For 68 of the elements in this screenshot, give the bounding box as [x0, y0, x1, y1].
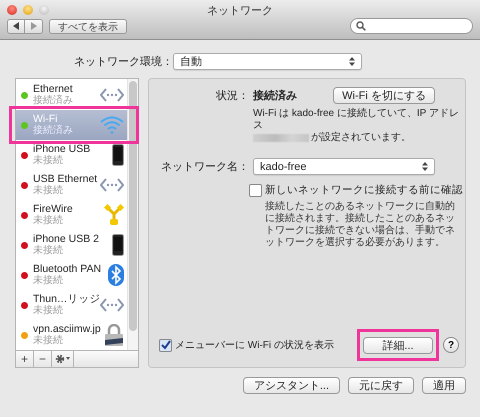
service-item[interactable]: vpn.asciimw.jp 未接続: [16, 320, 128, 350]
service-name: USB Ethernet: [33, 173, 98, 185]
wifi-icon: [100, 116, 124, 134]
search-icon: [356, 21, 366, 31]
phone-icon: [112, 234, 124, 256]
left-triangle-icon: [12, 22, 20, 30]
service-name: iPhone USB: [33, 143, 92, 155]
right-triangle-icon: [30, 22, 38, 30]
firewire-icon: [104, 204, 124, 226]
network-name-label: ネットワーク名：: [160, 160, 250, 174]
help-button[interactable]: ?: [443, 337, 459, 353]
ask-to-join-note: 接続したことのあるネットワークに自動的に接続されます。接続したことのあるネットワークに接続できない場合は、手動でネットワークを選択する必要があります。: [265, 201, 456, 249]
checkbox[interactable]: [159, 338, 172, 352]
service-status: 未接続: [33, 245, 64, 257]
close-button[interactable]: [7, 4, 17, 14]
status-value: 接続済み: [253, 88, 298, 103]
location-label: ネットワーク環境：: [73, 54, 173, 69]
service-item[interactable]: USB Ethernet 未接続: [16, 170, 128, 200]
service-name: Wi-Fi: [33, 113, 58, 125]
service-name: iPhone USB 2: [33, 233, 100, 245]
service-item[interactable]: iPhone USB 2 未接続: [16, 230, 128, 260]
service-item[interactable]: Thun…リッジ 未接続: [16, 290, 128, 320]
ask-to-join-label: 新しいネットワークに接続する前に確認: [265, 183, 463, 197]
service-status: 未接続: [33, 155, 64, 167]
service-item[interactable]: FireWire 未接続: [16, 200, 128, 230]
service-status: 接続済み: [33, 95, 74, 107]
location-popup[interactable]: 自動: [173, 53, 362, 70]
back-button[interactable]: [7, 18, 25, 34]
service-name: Ethernet: [33, 83, 74, 95]
footer-button[interactable]: 元に戻す: [348, 377, 414, 394]
search-field[interactable]: [350, 18, 473, 34]
service-status: 未接続: [33, 275, 64, 287]
service-status: 接続済み: [33, 125, 74, 137]
service-item[interactable]: Ethernet 接続済み: [16, 80, 128, 110]
double-arrow-icon: [100, 298, 124, 312]
turn-off-wifi-button[interactable]: Wi-Fi を切にする: [333, 87, 435, 104]
service-name: Thun…リッジ: [33, 293, 100, 305]
remove-button[interactable]: −: [34, 351, 52, 367]
bluetooth-icon: [108, 264, 124, 286]
status-description: Wi-Fi は kado-free に接続していて、IP アドレス: [253, 108, 459, 131]
double-arrow-icon: [100, 88, 124, 102]
footer-button[interactable]: アシスタント...: [242, 377, 340, 394]
stepper-arrows-icon: [349, 57, 355, 66]
scrollbar[interactable]: [127, 79, 138, 350]
show-all-button[interactable]: すべてを表示: [49, 18, 127, 34]
menu-bar-status-label: メニューバーに Wi-Fi の状況を表示: [175, 338, 334, 352]
service-status: 未接続: [33, 185, 64, 197]
advanced-button[interactable]: 詳細...: [363, 337, 433, 354]
service-status: 未接続: [33, 215, 64, 227]
service-item[interactable]: Bluetooth PAN 未接続: [16, 260, 128, 290]
footer-button[interactable]: 適用: [422, 377, 466, 394]
service-item[interactable]: iPhone USB 未接続: [16, 140, 128, 170]
padlock-icon: [104, 324, 124, 346]
redacted-block: [253, 134, 309, 142]
service-name: Bluetooth PAN: [33, 263, 102, 275]
window-title: ネットワーク: [207, 4, 273, 18]
checkbox[interactable]: [249, 184, 262, 196]
network-name-popup[interactable]: kado-free: [253, 158, 435, 175]
service-status: 未接続: [33, 305, 64, 317]
status-label: 状況：: [215, 89, 250, 103]
double-arrow-icon: [100, 178, 124, 192]
phone-icon: [112, 144, 124, 166]
service-status: 未接続: [33, 335, 64, 347]
stepper-arrows-icon: [422, 162, 428, 171]
service-name: vpn.asciimw.jp: [33, 323, 102, 335]
status-description: が設定されています。: [311, 132, 411, 144]
service-name: FireWire: [33, 203, 74, 215]
add-button[interactable]: +: [16, 351, 34, 367]
